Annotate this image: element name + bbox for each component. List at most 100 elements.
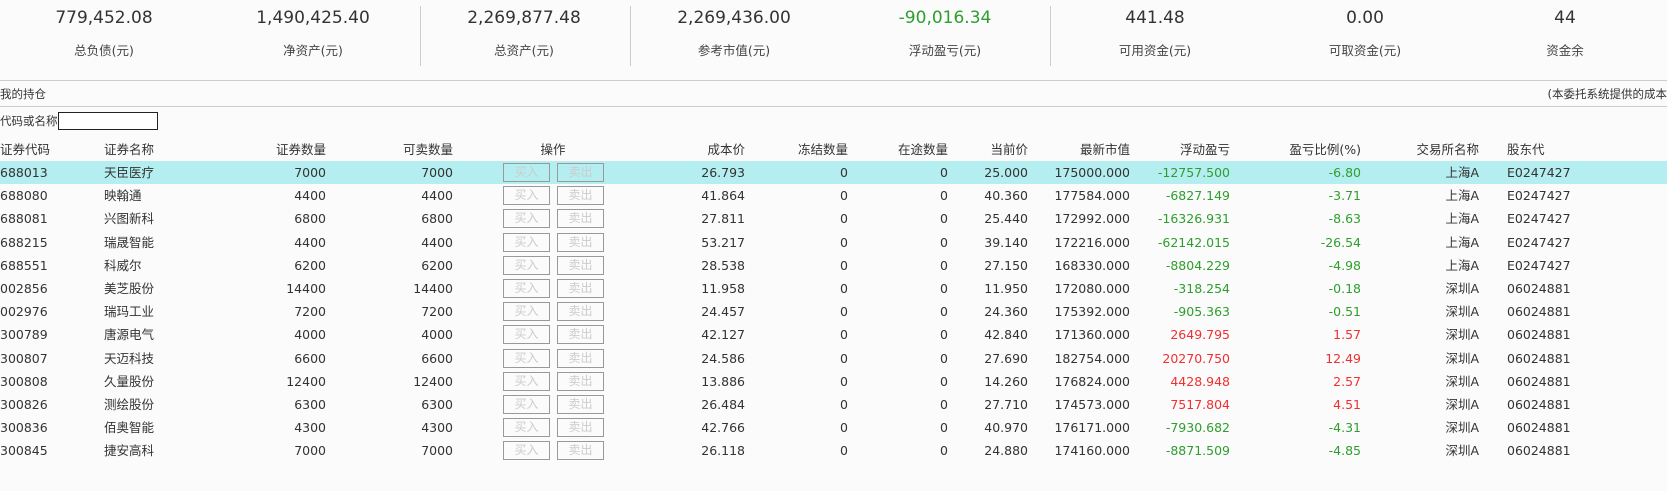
buy-button[interactable]: 买入 — [503, 232, 550, 252]
column-header[interactable]: 操作 — [513, 138, 593, 161]
cell-frozen: 0 — [840, 420, 848, 436]
table-row[interactable]: 300826 测绘股份 6300 6300 26.484 0 0 27.710 174573.0… — [0, 393, 1667, 416]
cell-in-transit: 0 — [940, 234, 948, 250]
cell-in-transit: 0 — [940, 443, 948, 459]
cell-sellable: 7000 — [421, 443, 453, 459]
summary-item: 2,269,877.48 总资产(元) — [419, 0, 629, 70]
cell-price: 39.140 — [984, 234, 1028, 250]
sell-button[interactable]: 卖出 — [557, 163, 604, 182]
sell-button[interactable]: 卖出 — [557, 325, 604, 345]
cell-in-transit: 0 — [940, 211, 948, 227]
buy-button[interactable]: 买入 — [503, 163, 550, 182]
cell-sellable: 4300 — [421, 420, 453, 436]
cell-exchange: 深圳A — [1445, 327, 1479, 343]
cell-price: 24.880 — [984, 443, 1028, 459]
cell-pl-ratio: -4.31 — [1328, 420, 1361, 436]
column-header[interactable]: 在途数量 — [898, 138, 948, 161]
buy-button[interactable]: 买入 — [503, 371, 550, 391]
cell-cost: 13.886 — [701, 373, 745, 389]
cell-exchange: 上海A — [1445, 188, 1479, 204]
cell-frozen: 0 — [840, 443, 848, 459]
sell-button[interactable]: 卖出 — [557, 255, 604, 275]
cell-float-pl: -16326.931 — [1157, 211, 1230, 227]
column-header[interactable]: 最新市值 — [1080, 138, 1130, 161]
cell-shareholder: 06024881 — [1507, 350, 1571, 366]
table-row[interactable]: 688080 映翰通 4400 4400 41.864 0 0 40.360 177584.00… — [0, 184, 1667, 207]
table-row[interactable]: 688215 瑞晟智能 4400 4400 53.217 0 0 39.140 172216.0… — [0, 231, 1667, 254]
cell-shareholder: 06024881 — [1507, 373, 1571, 389]
cell-pl-ratio: -4.85 — [1328, 443, 1361, 459]
cell-float-pl: -318.254 — [1173, 281, 1230, 296]
cell-price: 11.950 — [984, 281, 1028, 296]
cell-name: 天迈科技 — [104, 350, 155, 366]
buy-button[interactable]: 买入 — [503, 279, 550, 298]
cell-in-transit: 0 — [940, 327, 948, 343]
table-row[interactable]: 002856 美芝股份 14400 14400 11.958 0 0 11.950 172080… — [0, 277, 1667, 300]
cell-shareholder: 06024881 — [1507, 397, 1571, 412]
sell-button[interactable]: 卖出 — [557, 232, 604, 252]
cell-exchange: 上海A — [1445, 165, 1479, 180]
cell-exchange: 上海A — [1445, 257, 1479, 273]
buy-button[interactable]: 买入 — [503, 441, 550, 461]
sell-button[interactable]: 卖出 — [557, 371, 604, 391]
cell-in-transit: 0 — [940, 165, 948, 180]
buy-button[interactable]: 买入 — [503, 186, 550, 206]
cell-shareholder: 06024881 — [1507, 443, 1571, 459]
buy-button[interactable]: 买入 — [503, 302, 550, 322]
cell-sellable: 14400 — [413, 281, 453, 296]
cell-pl-ratio: 2.57 — [1333, 373, 1361, 389]
sell-button[interactable]: 卖出 — [557, 209, 604, 229]
column-header[interactable]: 盈亏比例(%) — [1289, 138, 1361, 161]
table-row[interactable]: 688013 天臣医疗 7000 7000 26.793 0 0 25.000 175000.0… — [0, 161, 1667, 184]
cell-pl-ratio: -3.71 — [1328, 188, 1361, 204]
cell-quantity: 4000 — [294, 327, 326, 343]
sell-button[interactable]: 卖出 — [557, 395, 604, 414]
cell-code: 002976 — [0, 304, 48, 320]
cell-frozen: 0 — [840, 327, 848, 343]
table-row[interactable]: 688551 科威尔 6200 6200 28.538 0 0 27.150 168330.00… — [0, 254, 1667, 277]
sell-button[interactable]: 卖出 — [557, 441, 604, 461]
cell-market-value: 174573.000 — [1054, 397, 1130, 412]
cell-quantity: 6200 — [294, 257, 326, 273]
table-row[interactable]: 300836 佰奥智能 4300 4300 42.766 0 0 40.970 176171.0… — [0, 416, 1667, 439]
divider — [1050, 6, 1051, 66]
summary-label: 资金余 — [1546, 43, 1584, 58]
cell-float-pl: -8871.509 — [1165, 443, 1230, 459]
column-header[interactable]: 浮动盈亏 — [1180, 138, 1230, 161]
cell-pl-ratio: -8.63 — [1328, 211, 1361, 227]
buy-button[interactable]: 买入 — [503, 209, 550, 229]
column-header[interactable]: 股东代 — [1507, 138, 1545, 161]
column-header[interactable]: 交易所名称 — [1416, 138, 1479, 161]
column-header[interactable]: 证券名称 — [104, 138, 154, 161]
table-row[interactable]: 300807 天迈科技 6600 6600 24.586 0 0 27.690 182754.0… — [0, 347, 1667, 370]
table-row[interactable]: 300789 唐源电气 4000 4000 42.127 0 0 42.840 171360.0… — [0, 323, 1667, 346]
column-header[interactable]: 证券代码 — [0, 138, 50, 161]
sell-button[interactable]: 卖出 — [557, 186, 604, 206]
table-row[interactable]: 002976 瑞玛工业 7200 7200 24.457 0 0 24.360 175392.0… — [0, 300, 1667, 323]
sell-button[interactable]: 卖出 — [557, 302, 604, 322]
buy-button[interactable]: 买入 — [503, 255, 550, 275]
sell-button[interactable]: 卖出 — [557, 348, 604, 368]
buy-button[interactable]: 买入 — [503, 348, 550, 368]
cell-in-transit: 0 — [940, 304, 948, 320]
buy-button[interactable]: 买入 — [503, 325, 550, 345]
column-header[interactable]: 成本价 — [707, 138, 745, 161]
cell-code: 300789 — [0, 327, 48, 343]
column-header[interactable]: 可卖数量 — [403, 138, 453, 161]
sell-button[interactable]: 卖出 — [557, 279, 604, 298]
table-row[interactable]: 300808 久量股份 12400 12400 13.886 0 0 14.260 176824… — [0, 370, 1667, 393]
sell-button[interactable]: 卖出 — [557, 418, 604, 438]
column-header[interactable]: 证券数量 — [276, 138, 326, 161]
cell-pl-ratio: 4.51 — [1333, 397, 1361, 412]
cell-sellable: 6200 — [421, 257, 453, 273]
table-row[interactable]: 688081 兴图新科 6800 6800 27.811 0 0 25.440 172992.0… — [0, 207, 1667, 230]
column-header[interactable]: 当前价 — [990, 138, 1028, 161]
cell-sellable: 6800 — [421, 211, 453, 227]
table-row[interactable]: 300845 捷安高科 7000 7000 26.118 0 0 24.880 174160.0… — [0, 439, 1667, 462]
column-header[interactable]: 冻结数量 — [798, 138, 848, 161]
buy-button[interactable]: 买入 — [503, 418, 550, 438]
buy-button[interactable]: 买入 — [503, 395, 550, 414]
divider — [0, 80, 1667, 81]
search-input[interactable] — [58, 112, 158, 130]
cell-cost: 24.586 — [701, 350, 745, 366]
